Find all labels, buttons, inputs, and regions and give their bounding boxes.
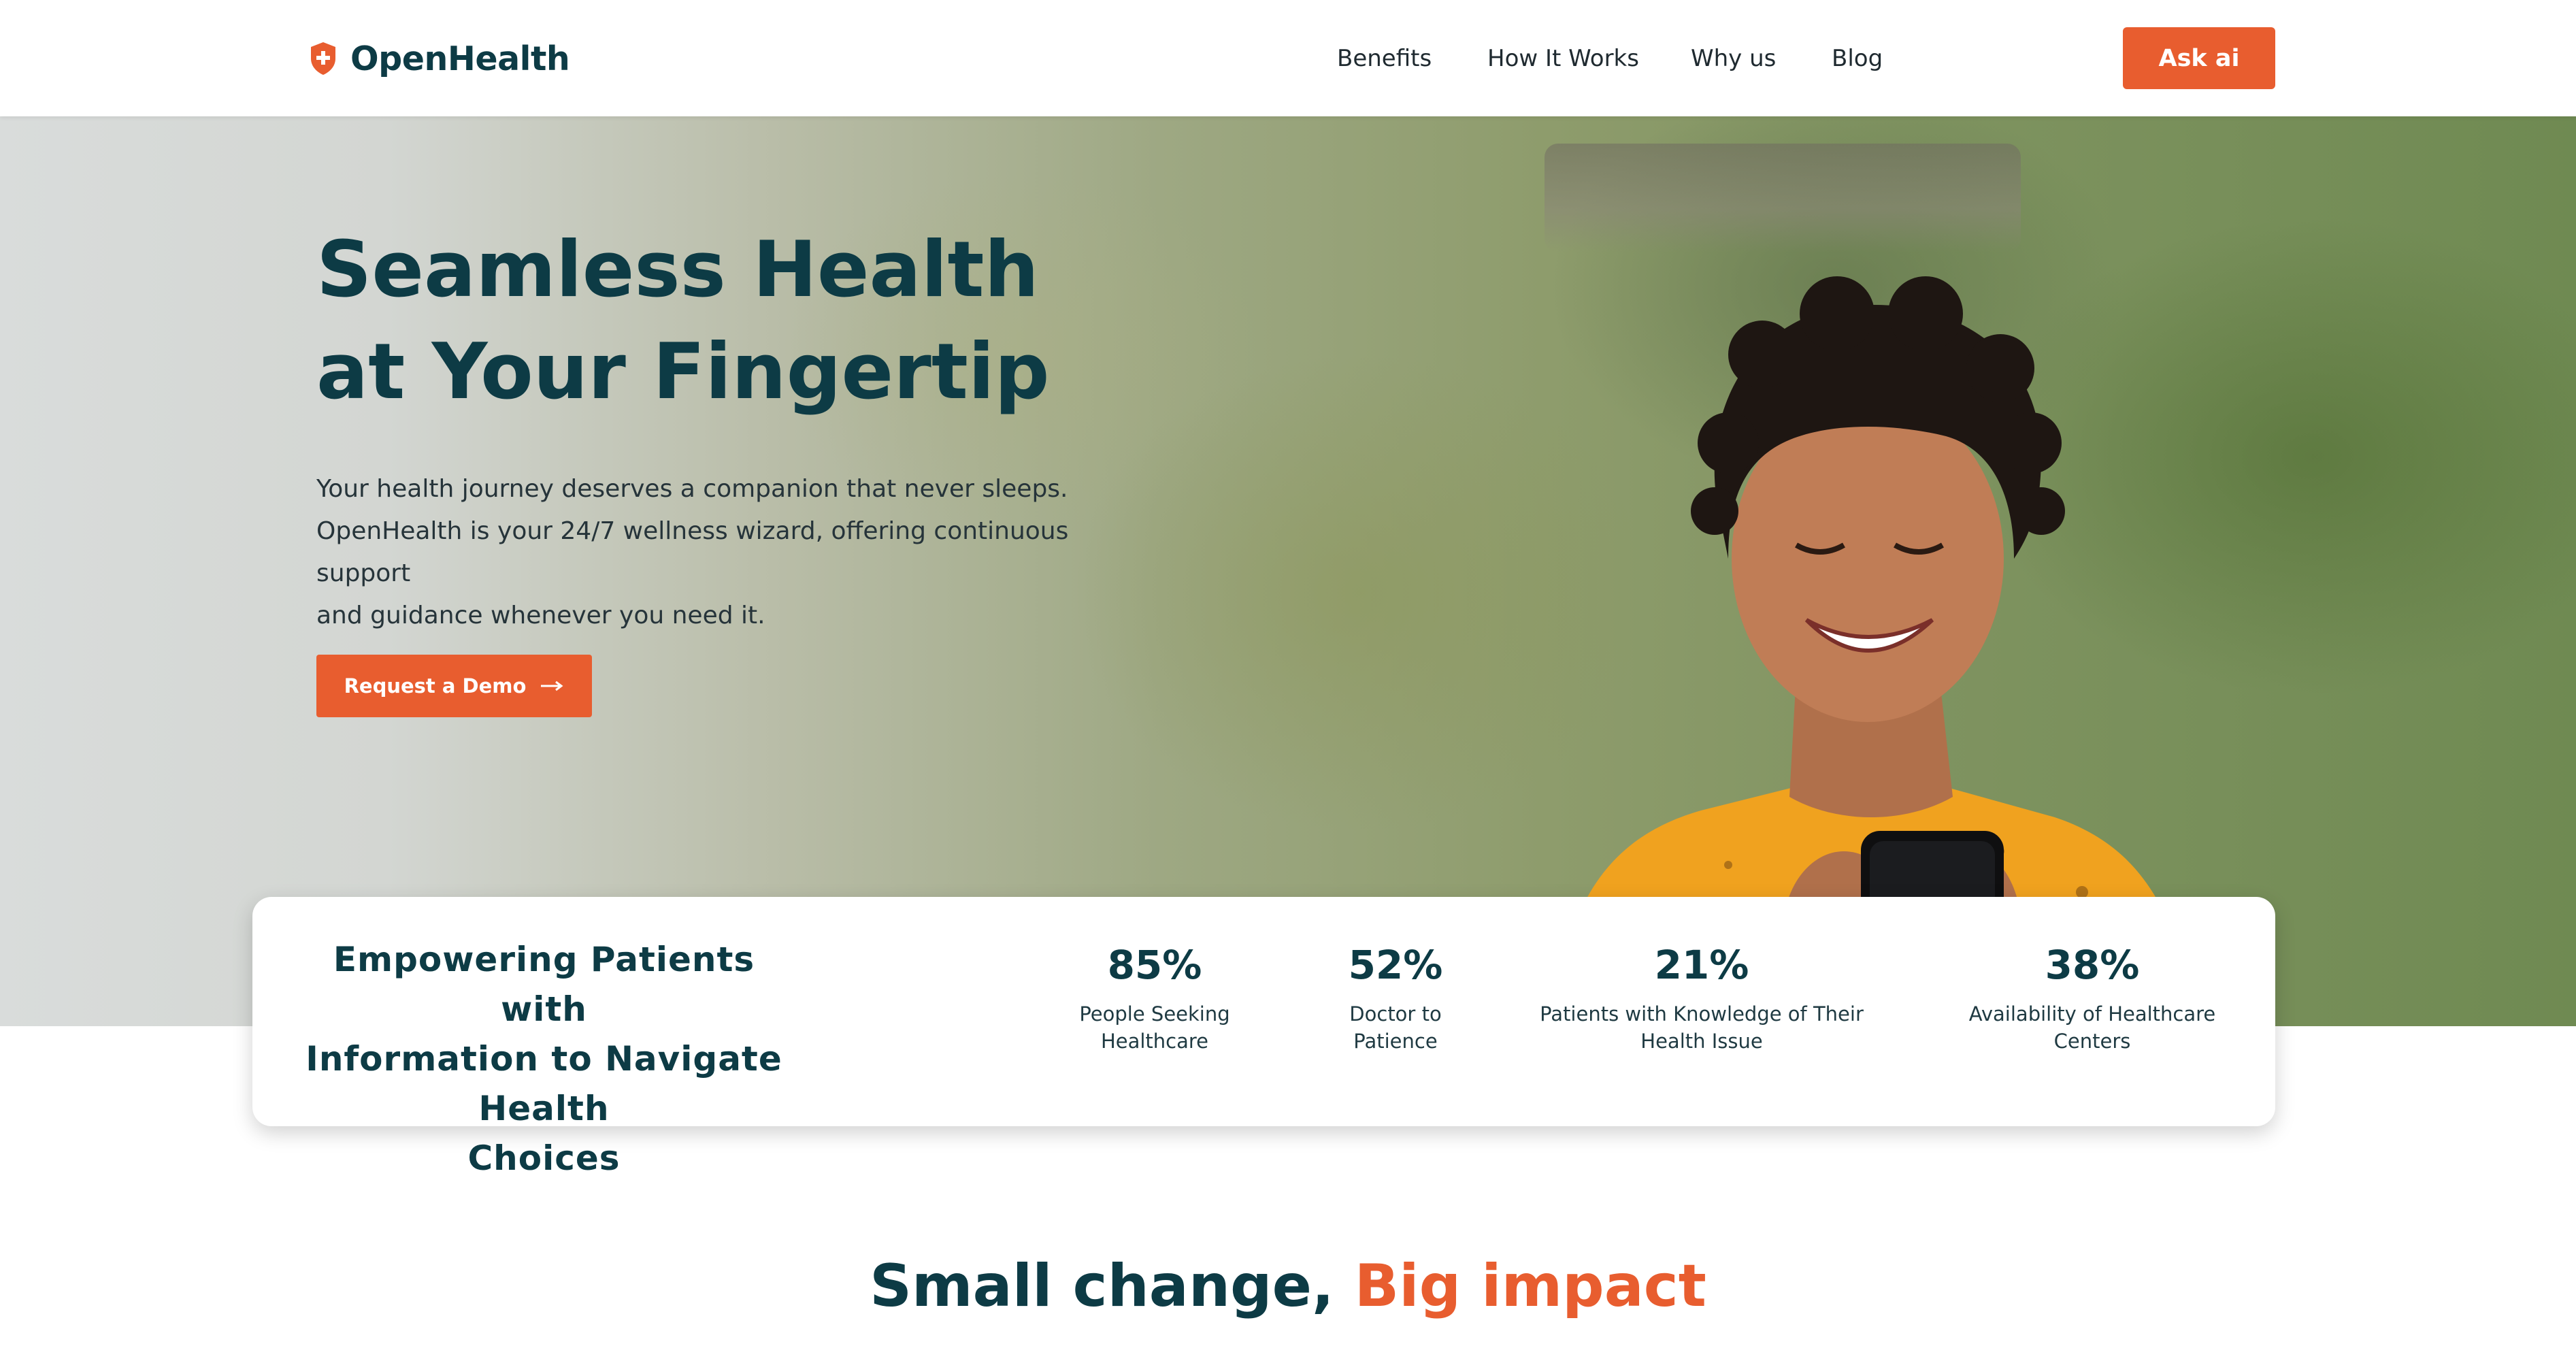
shield-plus-icon [311,42,335,75]
stat-value: 38% [2045,942,2140,988]
request-demo-button[interactable]: Request a Demo [316,655,592,717]
stat-item: 38% Availability of Healthcare Centers [1888,938,2296,1055]
site-header: OpenHealth Benefits How It Works Why us … [0,0,2576,116]
stat-label: Availability of Healthcare Centers [1968,1002,2216,1053]
stat-label: Patients with Knowledge of Their Health I… [1540,1002,1864,1053]
hero-title-line-2: at Your Fingertip [316,327,1050,416]
hero-subtitle-line-3: and guidance whenever you need it. [316,602,765,629]
nav-link-benefits[interactable]: Benefits [1337,38,1432,79]
hero-section: Seamless Health at Your Fingertip Your h… [0,116,2576,1026]
stats-heading-line-2: Information to Navigate Health [306,1039,782,1128]
brand-name: OpenHealth [350,39,570,78]
nav-link-how-it-works[interactable]: How It Works [1487,38,1639,79]
background-house [1545,144,2021,252]
section-title: Small change, Big impact [0,1252,2576,1320]
hero-subtitle: Your health journey deserves a companion… [316,468,1160,637]
stats-heading-line-1: Empowering Patients with [333,940,755,1029]
stat-item: 21% Patients with Knowledge of Their Heal… [1498,938,1906,1055]
section-title-main: Small change, [870,1252,1355,1320]
ask-ai-button[interactable]: Ask ai [2123,27,2275,89]
hero-title: Seamless Health at Your Fingertip [316,218,1201,423]
nav-link-blog[interactable]: Blog [1832,38,1883,79]
stat-value: 21% [1654,942,1749,988]
stats-card: Empowering Patients with Information to … [252,897,2275,1178]
hero-title-line-1: Seamless Health [316,225,1039,314]
nav-link-why-us[interactable]: Why us [1691,38,1776,79]
stats-heading: Empowering Patients with Information to … [293,935,795,1183]
brand-logo[interactable]: OpenHealth [308,34,570,83]
hero-subtitle-line-2: OpenHealth is your 24/7 wellness wizard,… [316,517,1069,587]
request-demo-label: Request a Demo [344,674,527,698]
section-title-accent: Big impact [1354,1252,1706,1320]
arrow-right-icon [541,680,563,691]
hero-subtitle-line-1: Your health journey deserves a companion… [316,475,1068,503]
stats-heading-line-3: Choices [467,1138,621,1178]
